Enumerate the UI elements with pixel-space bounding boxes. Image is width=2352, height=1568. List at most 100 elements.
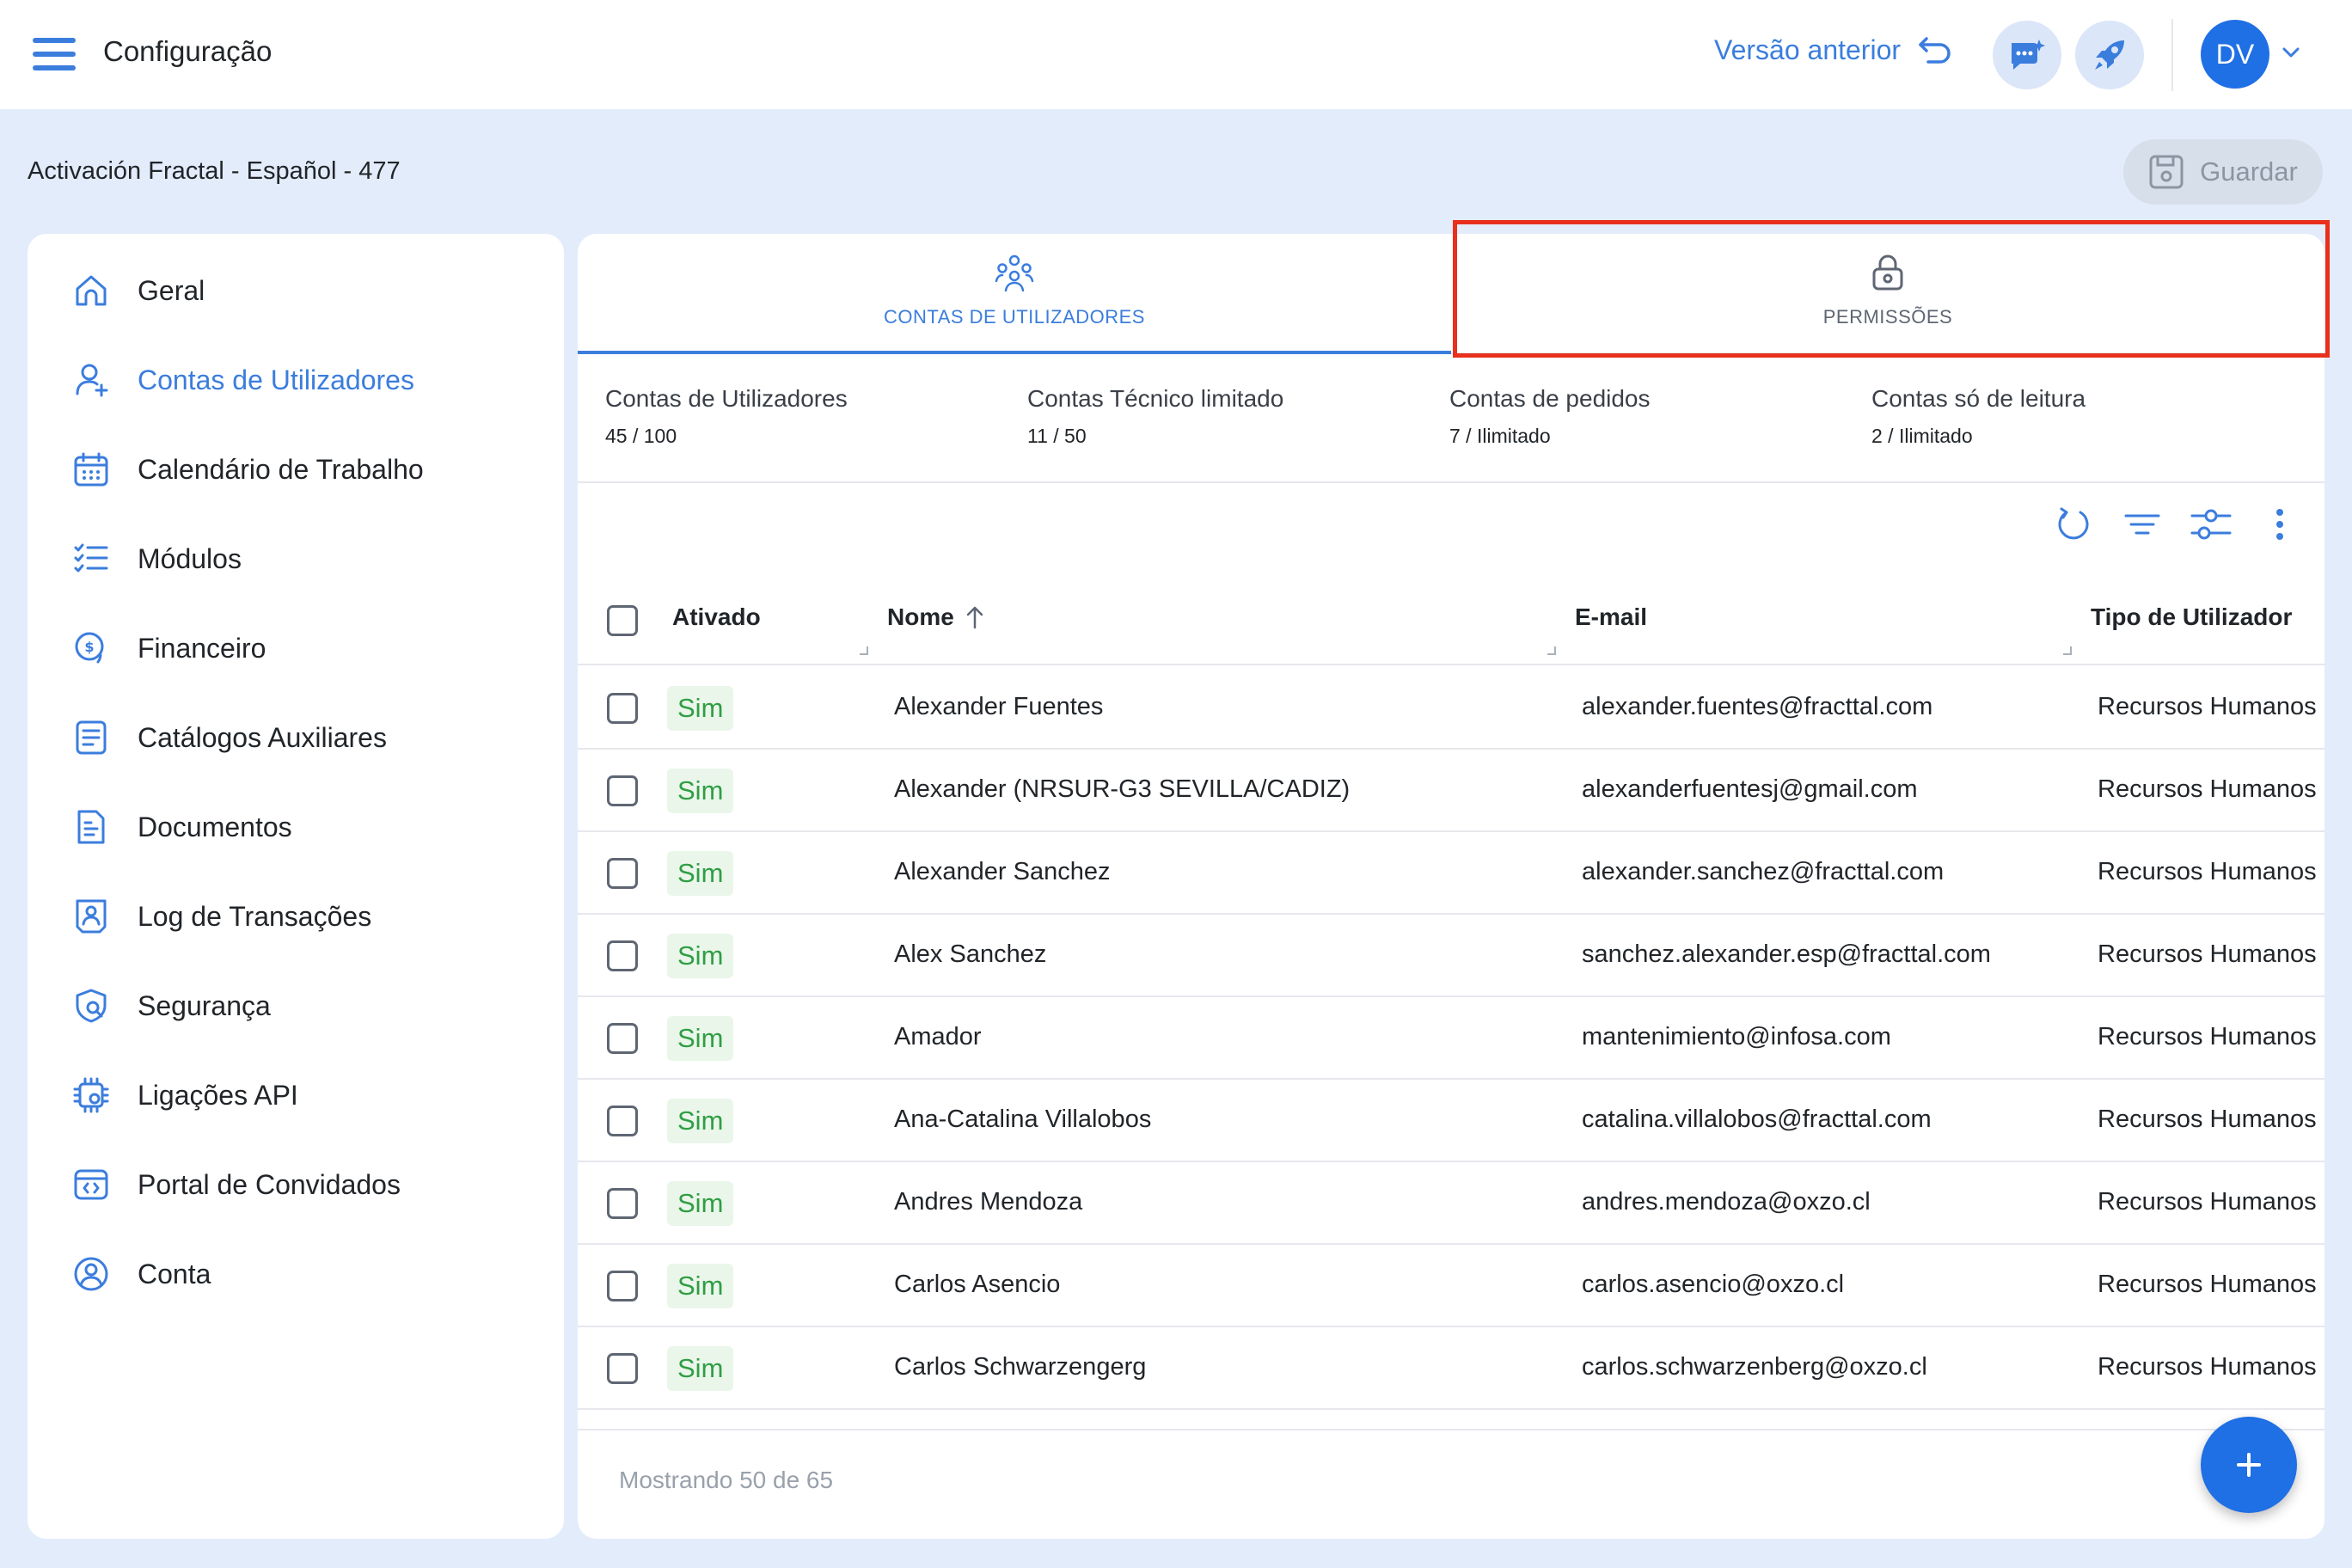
save-label: Guardar — [2200, 156, 2298, 187]
column-resize-handle[interactable] — [1547, 646, 1556, 655]
table-row[interactable]: Sim Alexander Sanchez alexander.sanchez@fr… — [578, 832, 2324, 915]
table-row[interactable]: Sim Alexander Fuentes alexander.fuentes@fr… — [578, 667, 2324, 750]
previous-version-label: Versão anterior — [1714, 34, 1902, 65]
tab-permissoes-highlight — [1453, 220, 2330, 358]
status-badge: Sim — [667, 851, 734, 896]
sidebar-item-label: Geral — [138, 274, 205, 306]
table-row[interactable]: Sim Carlos Schwarzengerg carlos.schwarzenb… — [578, 1327, 2324, 1410]
page-title: Configuração — [103, 35, 273, 67]
sidebar-item-contas-utilizadores[interactable]: Contas de Utilizadores — [28, 341, 564, 419]
cell-user-type: Recursos Humanos — [2098, 1271, 2317, 1298]
cell-email: mantenimiento@infosa.com — [1582, 1023, 1891, 1050]
row-checkbox[interactable] — [607, 1106, 638, 1136]
cell-user-type: Recursos Humanos — [2098, 693, 2317, 720]
stat-value: 2 / Ilimitado — [1871, 425, 1973, 447]
rocket-button[interactable] — [2075, 21, 2144, 89]
cell-user-type: Recursos Humanos — [2098, 1023, 2317, 1050]
row-checkbox[interactable] — [607, 940, 638, 971]
column-header-nome[interactable]: Nome — [887, 603, 985, 631]
sidebar-item-portal-convidados[interactable]: Portal de Convidados — [28, 1146, 564, 1223]
sidebar-item-modulos[interactable]: Módulos — [28, 520, 564, 597]
sort-ascending-icon[interactable] — [965, 605, 985, 629]
column-header-label: Tipo de Utilizador — [2091, 603, 2293, 630]
stat-label: Contas de Utilizadores — [605, 385, 848, 412]
rocket-icon — [2092, 37, 2128, 73]
table-row[interactable]: Sim Ana-Catalina Villalobos catalina.villa… — [578, 1080, 2324, 1162]
cell-email: carlos.schwarzenberg@oxzo.cl — [1582, 1353, 1927, 1381]
sidebar-item-conta[interactable]: Conta — [28, 1235, 564, 1313]
sidebar-item-log-transacoes[interactable]: Log de Transações — [28, 878, 564, 955]
cell-name: Carlos Asencio — [894, 1271, 1061, 1298]
stat-user-accounts: Contas de Utilizadores 45 / 100 — [605, 385, 848, 448]
calendar-icon — [69, 447, 113, 492]
sidebar-item-financeiro[interactable]: $ Financeiro — [28, 609, 564, 687]
stat-value: 7 / Ilimitado — [1449, 425, 1551, 447]
row-checkbox[interactable] — [607, 1353, 638, 1384]
row-checkbox[interactable] — [607, 1188, 638, 1219]
sidebar-item-seguranca[interactable]: Segurança — [28, 967, 564, 1044]
filter-icon[interactable] — [2120, 502, 2165, 547]
more-vertical-icon[interactable] — [2257, 502, 2302, 547]
sidebar: Geral Contas de Utilizadores Calendário … — [28, 234, 564, 1539]
sidebar-item-documentos[interactable]: Documentos — [28, 788, 564, 866]
column-header-ativado[interactable]: Ativado — [672, 603, 761, 631]
sliders-settings-icon[interactable] — [2189, 502, 2233, 547]
sidebar-item-catalogos[interactable]: Catálogos Auxiliares — [28, 699, 564, 776]
sidebar-item-geral[interactable]: Geral — [28, 252, 564, 329]
table-row[interactable]: Sim Alexander (NRSUR-G3 SEVILLA/CADIZ) ale… — [578, 750, 2324, 832]
column-resize-handle[interactable] — [2063, 646, 2072, 655]
sidebar-item-ligacoes-api[interactable]: Ligações API — [28, 1057, 564, 1134]
user-avatar[interactable]: DV — [2201, 20, 2269, 89]
stat-request-accounts: Contas de pedidos 7 / Ilimitado — [1449, 385, 1651, 448]
sidebar-item-label: Conta — [138, 1258, 211, 1289]
cell-name: Alexander (NRSUR-G3 SEVILLA/CADIZ) — [894, 775, 1351, 803]
sidebar-item-label: Segurança — [138, 989, 271, 1021]
column-header-tipo-utilizador[interactable]: Tipo de Utilizador — [2091, 603, 2292, 631]
stat-limited-technician: Contas Técnico limitado 11 / 50 — [1027, 385, 1283, 448]
row-checkbox[interactable] — [607, 693, 638, 724]
tab-contas-utilizadores[interactable]: CONTAS DE UTILIZADORES — [578, 234, 1451, 354]
main-panel: CONTAS DE UTILIZADORES PERMISSÕES Contas… — [578, 234, 2324, 1539]
cell-user-type: Recursos Humanos — [2098, 1106, 2317, 1133]
sidebar-item-calendario[interactable]: Calendário de Trabalho — [28, 431, 564, 508]
save-button[interactable]: Guardar — [2123, 139, 2323, 205]
hamburger-menu-icon[interactable] — [33, 36, 76, 72]
select-all-checkbox[interactable] — [607, 605, 638, 636]
chat-sparkle-icon — [2008, 38, 2046, 72]
row-checkbox[interactable] — [607, 858, 638, 889]
sidebar-item-label: Log de Transações — [138, 900, 372, 932]
stat-read-only: Contas só de leitura 2 / Ilimitado — [1871, 385, 2086, 448]
status-badge: Sim — [667, 1346, 734, 1391]
table-row[interactable]: Sim Alex Sanchez sanchez.alexander.esp@fra… — [578, 915, 2324, 997]
footer-divider — [578, 1429, 2324, 1430]
stat-label: Contas de pedidos — [1449, 385, 1651, 412]
cell-email: carlos.asencio@oxzo.cl — [1582, 1271, 1845, 1298]
row-checkbox[interactable] — [607, 1271, 638, 1302]
row-checkbox[interactable] — [607, 1023, 638, 1054]
previous-version-link[interactable]: Versão anterior — [1714, 34, 1952, 66]
sidebar-item-label: Contas de Utilizadores — [138, 364, 414, 395]
cell-email: alexanderfuentesj@gmail.com — [1582, 775, 1918, 803]
cell-user-type: Recursos Humanos — [2098, 1353, 2317, 1381]
log-icon — [69, 894, 113, 939]
column-resize-handle[interactable] — [860, 646, 868, 655]
chevron-down-icon[interactable] — [2282, 46, 2300, 58]
row-checkbox[interactable] — [607, 775, 638, 806]
chat-support-button[interactable] — [1993, 21, 2061, 89]
sidebar-item-label: Portal de Convidados — [138, 1168, 401, 1200]
sidebar-item-label: Financeiro — [138, 632, 266, 664]
document-icon — [69, 805, 113, 849]
sidebar-item-label: Ligações API — [138, 1079, 298, 1111]
api-icon — [69, 1073, 113, 1118]
stat-value: 11 / 50 — [1027, 425, 1087, 447]
add-user-button[interactable] — [2201, 1417, 2297, 1513]
column-header-label: Ativado — [672, 603, 761, 630]
table-row[interactable]: Sim Carlos Asencio carlos.asencio@oxzo.cl R… — [578, 1245, 2324, 1327]
stat-value: 45 / 100 — [605, 425, 677, 447]
column-header-email[interactable]: E-mail — [1575, 603, 1647, 631]
refresh-icon[interactable] — [2051, 502, 2096, 547]
cell-email: andres.mendoza@oxzo.cl — [1582, 1188, 1871, 1216]
table-row[interactable]: Sim Andres Mendoza andres.mendoza@oxzo.cl R… — [578, 1162, 2324, 1245]
table-row[interactable]: Sim Amador mantenimiento@infosa.com Recurso… — [578, 997, 2324, 1080]
svg-text:$: $ — [84, 639, 94, 655]
